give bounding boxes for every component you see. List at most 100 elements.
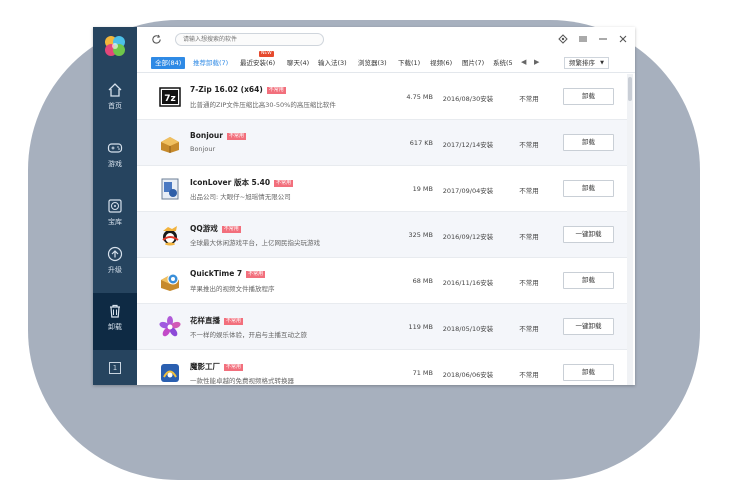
app-description: 全球最大休闲游戏平台，上亿网民指尖玩游戏 [190,239,320,247]
quicktime-icon [161,273,179,291]
app-size: 19 MB [412,185,433,193]
scrollbar-thumb[interactable] [628,77,632,101]
one-click-uninstall-button[interactable]: 一键卸载 [563,318,614,335]
app-description: 比普通的ZIP文件压缩比高30-50%的高压缩比软件 [190,101,336,109]
top-bar [137,27,635,53]
app-description: Bonjour [190,145,216,153]
bonjour-icon [161,137,179,153]
tab-image[interactable]: 图片(7) [462,57,484,69]
install-date: 2018/06/06安装 [442,371,494,379]
list-item: 7z 7-Zip 16.02 (x64) 不常用 比普通的ZIP文件压缩比高30-… [137,74,627,120]
usage-frequency: 不常用 [519,233,539,241]
install-date: 2016/08/30安装 [442,95,494,103]
app-size: 325 MB [408,231,433,239]
disc-icon [108,199,122,213]
home-icon [108,83,122,97]
uninstall-button[interactable]: 卸载 [563,180,614,197]
new-badge: NEW [259,51,274,57]
uninstall-button[interactable]: 卸载 [563,364,614,381]
usage-frequency: 不常用 [519,95,539,103]
app-name: QQ游戏 不常用 [190,224,241,233]
usage-frequency: 不常用 [519,371,539,379]
sort-dropdown[interactable]: 频繁排序 ▼ [564,57,609,69]
usage-frequency: 不常用 [519,141,539,149]
app-logo-icon [105,36,125,56]
sidebar-item-label: 升级 [108,266,122,274]
tab-all[interactable]: 全部(84) [151,57,186,69]
app-name: 魔影工厂 不常用 [190,362,244,371]
minimize-icon[interactable] [598,34,608,44]
sidebar-item-upgrade[interactable]: 升级 [93,236,137,293]
flower-live-icon [159,316,181,337]
uninstall-button[interactable]: 卸载 [563,134,614,151]
sort-label: 频繁排序 [569,59,595,67]
app-description: 不一样的娱乐体验，开启与主播互动之旅 [190,331,307,339]
tab-recommended-uninstall[interactable]: 推荐卸载(7) [193,57,228,69]
app-name: QuickTime 7 不常用 [190,269,266,278]
list-item: QuickTime 7 不常用 苹果推出的视频文件播放程序 68 MB 2016/… [137,258,627,304]
tab-video[interactable]: 视频(6) [430,57,452,69]
status-badge: 不常用 [226,133,246,140]
install-date: 2018/05/10安装 [442,325,494,333]
install-date: 2016/11/16安装 [442,279,494,287]
app-description: 一款性能卓越的免费视频格式转换器 [190,377,294,385]
close-icon[interactable] [618,34,628,44]
chevron-down-icon: ▼ [600,60,604,66]
upgrade-arrow-icon [107,246,123,262]
sidebar-item-uninstall[interactable]: 卸载 [93,293,137,350]
app-name: IconLover 版本 5.40 不常用 [190,178,294,187]
tab-recent-install[interactable]: 最近安装(6) [240,57,275,69]
sidebar: 首页 游戏 宝库 升级 卸载 1 [93,27,137,385]
sidebar-item-games[interactable]: 游戏 [93,130,137,187]
install-date: 2017/12/14安装 [442,141,494,149]
status-badge: 不常用 [246,271,266,278]
sidebar-item-label: 首页 [108,102,122,110]
sidebar-item-label: 宝库 [108,218,122,226]
tab-browser[interactable]: 浏览器(3) [358,57,387,69]
status-badge: 不常用 [224,364,244,371]
app-name: Bonjour 不常用 [190,131,246,140]
tab-scroll-right-icon[interactable]: ▶ [534,58,539,66]
status-badge: 不常用 [224,318,244,325]
tab-system[interactable]: 系统(5 [493,57,513,69]
install-date: 2017/09/04安装 [442,187,494,195]
sidebar-item-home[interactable]: 首页 [93,72,137,129]
iconlover-icon [161,178,179,200]
usage-frequency: 不常用 [519,325,539,333]
page-number-badge[interactable]: 1 [109,362,121,374]
tab-download[interactable]: 下载(1) [398,57,420,69]
app-size: 4.75 MB [406,93,433,101]
list-item: 魔影工厂 不常用 一款性能卓越的免费视频格式转换器 71 MB 2018/06/0… [137,350,627,385]
trash-icon [110,304,120,318]
stage: 首页 游戏 宝库 升级 卸载 1 请输入想搜索的软件 全部(84) 推荐卸载(7… [0,0,729,500]
settings-icon[interactable] [558,34,568,44]
uninstall-button[interactable]: 卸载 [563,88,614,105]
app-size: 119 MB [408,323,433,331]
list-item: IconLover 版本 5.40 不常用 出品公司: 大眼仔~旭瑶情无限公司 1… [137,166,627,212]
category-tabs: 全部(84) 推荐卸载(7) 最近安装(6) NEW 聊天(4) 输入法(3) … [137,51,635,73]
usage-frequency: 不常用 [519,279,539,287]
one-click-uninstall-button[interactable]: 一键卸载 [563,226,614,243]
tab-chat[interactable]: 聊天(4) [287,57,309,69]
app-name: 花样直播 不常用 [190,316,244,325]
qq-game-icon [162,226,179,246]
list-scrollbar[interactable] [627,74,633,385]
refresh-icon[interactable] [151,34,162,45]
app-size: 71 MB [412,369,433,377]
video-factory-icon [161,364,179,382]
gamepad-icon [107,143,123,153]
search-input[interactable] [175,33,324,46]
menu-icon[interactable] [578,34,588,44]
tab-input-method[interactable]: 输入法(3) [318,57,347,69]
sidebar-item-label: 游戏 [108,160,122,168]
app-name: 7-Zip 16.02 (x64) 不常用 [190,85,286,94]
uninstall-button[interactable]: 卸载 [563,272,614,289]
app-window: 首页 游戏 宝库 升级 卸载 1 请输入想搜索的软件 全部(84) 推荐卸载(7… [93,27,635,385]
usage-frequency: 不常用 [519,187,539,195]
tab-scroll-left-icon[interactable]: ◀ [521,58,526,66]
svg-text:7z: 7z [164,94,176,104]
7zip-icon: 7z [159,87,181,107]
list-item: Bonjour 不常用 Bonjour 617 KB 2017/12/14安装 不… [137,120,627,166]
status-badge: 不常用 [221,226,241,233]
app-description: 苹果推出的视频文件播放程序 [190,285,275,293]
